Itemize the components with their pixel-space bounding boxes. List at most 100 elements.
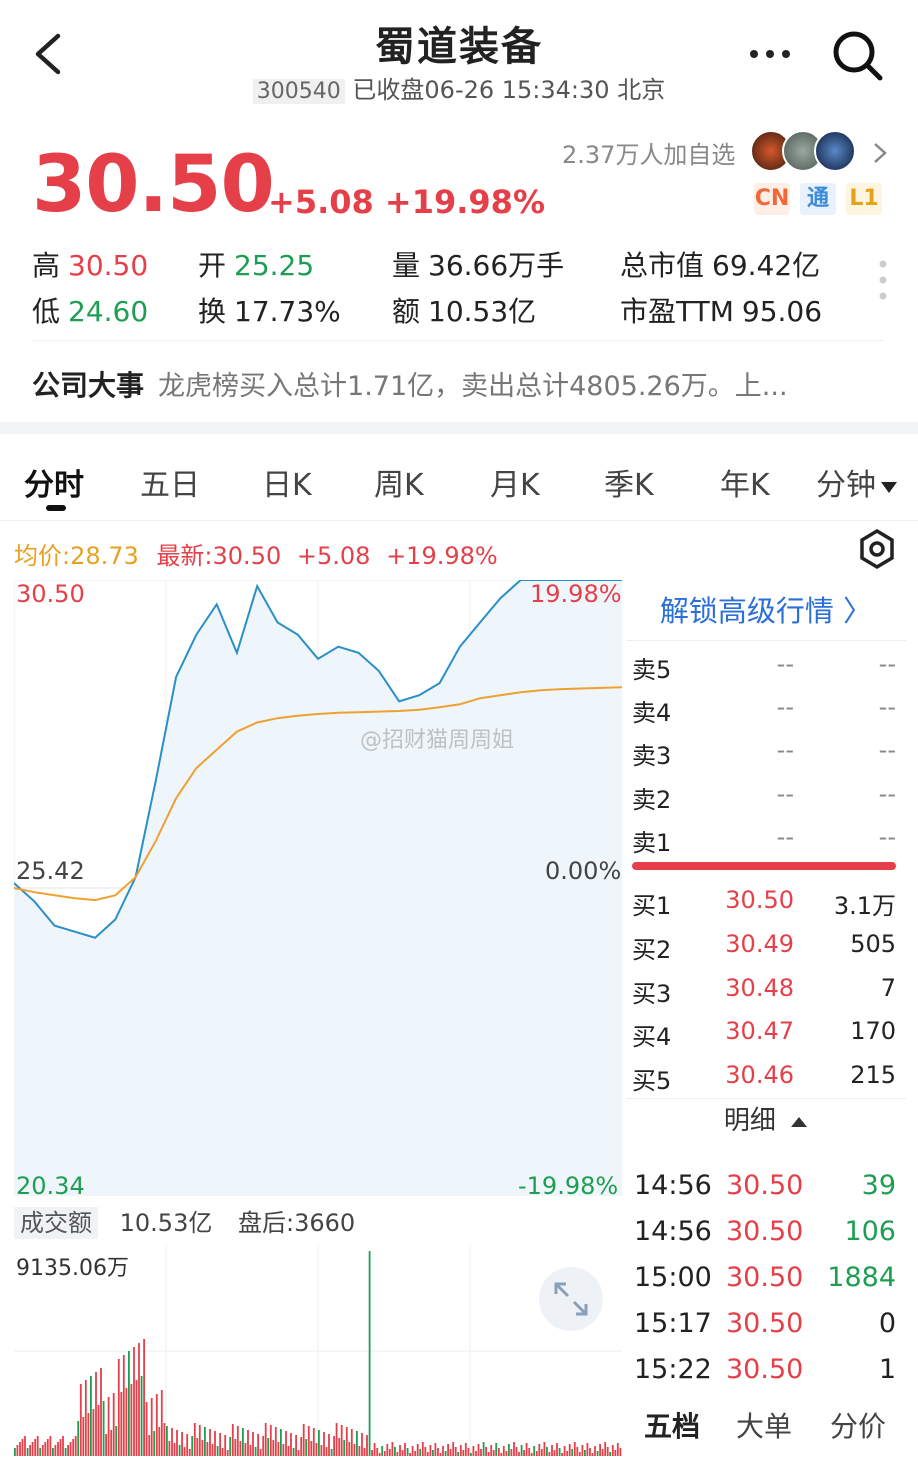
trade-details-toggle[interactable]: 明细: [626, 1098, 906, 1143]
tab-minute[interactable]: 分钟: [816, 460, 898, 504]
volume-bar: [429, 1445, 432, 1456]
volume-bar: [487, 1452, 490, 1456]
volume-bar: [54, 1445, 57, 1456]
caret-down-icon: [881, 481, 897, 493]
volume-label[interactable]: 成交额: [14, 1207, 98, 1239]
volume-bar: [110, 1430, 113, 1456]
search-icon[interactable]: [830, 28, 886, 84]
volume-bar: [581, 1445, 584, 1456]
volume-bar: [421, 1442, 424, 1456]
volume-bar: [219, 1433, 221, 1456]
level1-badge: L1: [846, 183, 882, 215]
volume-bar: [153, 1431, 156, 1456]
trade-row: 15:17 30.50 0: [634, 1308, 896, 1339]
volume-bar: [363, 1448, 366, 1456]
volume-bar: [315, 1443, 318, 1456]
unlock-advanced-quotes[interactable]: 解锁高级行情 〉: [626, 582, 906, 641]
volume-bar: [482, 1442, 485, 1456]
volume-bar: [566, 1451, 569, 1456]
volume-bar: [150, 1398, 153, 1456]
tab-weekly-k[interactable]: 周K: [374, 460, 424, 504]
tab-5day[interactable]: 五日: [140, 460, 200, 504]
volume-bar: [576, 1447, 579, 1456]
volume-bar: [148, 1435, 151, 1456]
volume-bar: [252, 1432, 254, 1456]
volume-bar: [242, 1428, 244, 1456]
volume-bar: [274, 1427, 277, 1456]
intraday-chart[interactable]: [14, 580, 622, 1196]
volume-bar: [510, 1449, 513, 1456]
volume-bar: [373, 1443, 376, 1456]
volume-bar: [464, 1443, 467, 1456]
latest-price-label: 最新:30.50: [156, 542, 282, 570]
stat-pe-ttm: 市盈TTM 95.06: [620, 295, 823, 328]
volume-bar: [538, 1444, 541, 1456]
volume-bar: [454, 1447, 457, 1456]
volume-bar: [100, 1368, 102, 1456]
volume-bar: [573, 1442, 576, 1456]
divider: [32, 340, 884, 341]
volume-bar: [578, 1452, 581, 1456]
app-header: 蜀道装备 300540 已收盘06-26 15:34:30 北京: [0, 0, 918, 120]
volume-bar: [553, 1450, 556, 1456]
tab-daily-k[interactable]: 日K: [262, 460, 312, 504]
stat-turnover: 换 17.73%: [198, 295, 341, 328]
volume-bar: [216, 1446, 219, 1456]
tab-yearly-k[interactable]: 年K: [720, 460, 770, 504]
volume-bar: [409, 1453, 411, 1456]
trade-row: 15:22 30.50 1: [634, 1354, 896, 1385]
volume-bar: [133, 1347, 135, 1456]
volume-bar: [601, 1449, 604, 1456]
volume-bar: [442, 1446, 444, 1456]
volume-bar: [229, 1437, 232, 1456]
company-events[interactable]: 公司大事 龙虎榜买入总计1.71亿，卖出总计4805.26万。上...: [32, 364, 788, 404]
tab-price-distribution[interactable]: 分价: [830, 1405, 886, 1445]
drag-handle-icon[interactable]: [876, 258, 890, 304]
volume-bar: [262, 1436, 265, 1456]
volume-bar: [551, 1445, 553, 1456]
volume-bar: [568, 1444, 571, 1456]
tab-quarterly-k[interactable]: 季K: [604, 460, 654, 504]
pct-axis-mid: 0.00%: [545, 857, 622, 885]
tab-intraday[interactable]: 分时: [24, 460, 84, 504]
volume-bar: [520, 1445, 523, 1456]
volume-bar: [87, 1413, 90, 1456]
volume-bar: [239, 1441, 242, 1456]
volume-bar: [609, 1452, 612, 1456]
volume-bar: [414, 1451, 417, 1456]
expand-icon[interactable]: [538, 1266, 604, 1332]
bid-row: 买1 30.50 3.1万: [632, 886, 896, 920]
ask-row: 卖5 -- --: [632, 650, 896, 684]
volume-bar: [166, 1426, 168, 1456]
volume-bar: [209, 1429, 211, 1456]
tab-large-orders[interactable]: 大单: [736, 1405, 792, 1445]
tab-monthly-k[interactable]: 月K: [490, 460, 540, 504]
volume-bar: [259, 1449, 262, 1456]
volume-bar: [59, 1439, 62, 1456]
volume-bar: [470, 1453, 472, 1456]
current-price: 30.50: [32, 140, 275, 230]
volume-bar: [112, 1393, 115, 1456]
stat-market-cap: 总市值 69.42亿: [620, 249, 821, 282]
volume-bar: [72, 1439, 75, 1456]
stat-low: 低 24.60: [32, 295, 149, 328]
volume-bar: [163, 1423, 166, 1456]
volume-bar: [196, 1438, 199, 1456]
chevron-right-icon[interactable]: [870, 140, 890, 166]
volume-bar: [272, 1440, 275, 1456]
volume-bar: [310, 1441, 313, 1456]
tab-order-levels[interactable]: 五档: [644, 1405, 700, 1445]
volume-bar: [236, 1426, 239, 1456]
avatar[interactable]: [814, 130, 856, 172]
volume-bar: [523, 1450, 525, 1456]
y-axis-top: 30.50: [16, 580, 85, 608]
volume-bar: [307, 1426, 310, 1456]
volume-bar: [434, 1443, 437, 1456]
volume-bar: [280, 1429, 282, 1456]
watchers-count[interactable]: 2.37万人加自选: [562, 135, 735, 170]
volume-bar: [343, 1440, 346, 1456]
section-gap: [0, 422, 918, 434]
settings-gear-icon[interactable]: [856, 528, 898, 570]
more-icon[interactable]: [746, 44, 794, 64]
volume-bar: [388, 1449, 391, 1456]
